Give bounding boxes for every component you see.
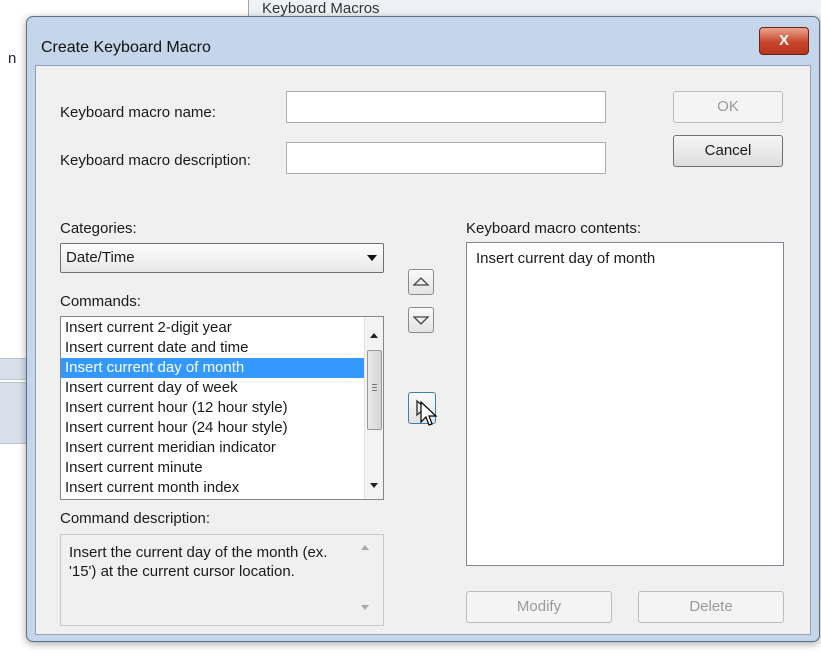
command-description-text: Insert the current day of the month (ex.… xyxy=(69,544,328,580)
modify-button[interactable]: Modify xyxy=(466,591,612,623)
commands-scrollbar[interactable] xyxy=(364,317,383,499)
command-description-label: Command description: xyxy=(60,510,211,527)
delete-button[interactable]: Delete xyxy=(638,591,784,623)
move-up-icon xyxy=(412,277,430,286)
command-item[interactable]: Insert current date and time xyxy=(61,338,364,358)
command-item[interactable]: Insert current minute xyxy=(61,458,364,478)
macro-description-input[interactable] xyxy=(286,142,606,174)
categories-selected-value: Date/Time xyxy=(66,249,135,266)
command-item-selected[interactable]: Insert current day of month xyxy=(61,358,364,378)
dialog-body: Keyboard macro name: Keyboard macro desc… xyxy=(35,65,811,635)
command-item[interactable]: Insert current day of week xyxy=(61,378,364,398)
macro-description-label: Keyboard macro description: xyxy=(60,152,251,169)
background-row xyxy=(0,382,26,444)
macro-name-input[interactable] xyxy=(286,91,606,123)
macro-content-item[interactable]: Insert current day of month xyxy=(467,249,783,269)
mouse-cursor-icon xyxy=(420,401,438,426)
background-window-title: Keyboard Macros xyxy=(262,0,380,17)
command-item[interactable]: Insert current 2-digit year xyxy=(61,318,364,338)
dialog-title: Create Keyboard Macro xyxy=(41,39,211,56)
background-row xyxy=(0,358,26,380)
move-down-button[interactable] xyxy=(408,307,434,333)
scroll-thumb[interactable] xyxy=(367,350,382,430)
scroll-down-icon xyxy=(361,605,369,610)
cancel-button[interactable]: Cancel xyxy=(673,135,783,167)
command-description-box: Insert the current day of the month (ex.… xyxy=(60,534,384,626)
background-text-fragment: n xyxy=(8,50,17,67)
commands-list: Insert current 2-digit year Insert curre… xyxy=(61,318,364,498)
command-item[interactable]: Insert current hour (12 hour style) xyxy=(61,398,364,418)
scroll-up-icon xyxy=(361,545,369,550)
macro-contents-list[interactable]: Insert current day of month xyxy=(466,242,784,566)
create-keyboard-macro-dialog: Create Keyboard Macro X Keyboard macro n… xyxy=(26,16,820,642)
command-item[interactable]: Insert current month index xyxy=(61,478,364,498)
chevron-down-icon xyxy=(367,255,377,261)
macro-name-label: Keyboard macro name: xyxy=(60,104,216,121)
dialog-titlebar[interactable]: Create Keyboard Macro X xyxy=(27,17,819,63)
move-down-icon xyxy=(412,316,430,325)
scroll-down-icon[interactable] xyxy=(370,483,378,488)
command-item[interactable]: Insert current hour (24 hour style) xyxy=(61,418,364,438)
ok-button[interactable]: OK xyxy=(673,91,783,123)
commands-label: Commands: xyxy=(60,293,141,310)
scroll-up-icon[interactable] xyxy=(370,333,378,338)
categories-dropdown[interactable]: Date/Time xyxy=(60,243,384,273)
close-button[interactable]: X xyxy=(759,27,809,55)
close-icon: X xyxy=(778,32,789,49)
command-item[interactable]: Insert current meridian indicator xyxy=(61,438,364,458)
categories-label: Categories: xyxy=(60,220,137,237)
macro-contents-label: Keyboard macro contents: xyxy=(466,220,642,237)
move-up-button[interactable] xyxy=(408,269,434,295)
commands-listbox[interactable]: Insert current 2-digit year Insert curre… xyxy=(60,316,384,500)
